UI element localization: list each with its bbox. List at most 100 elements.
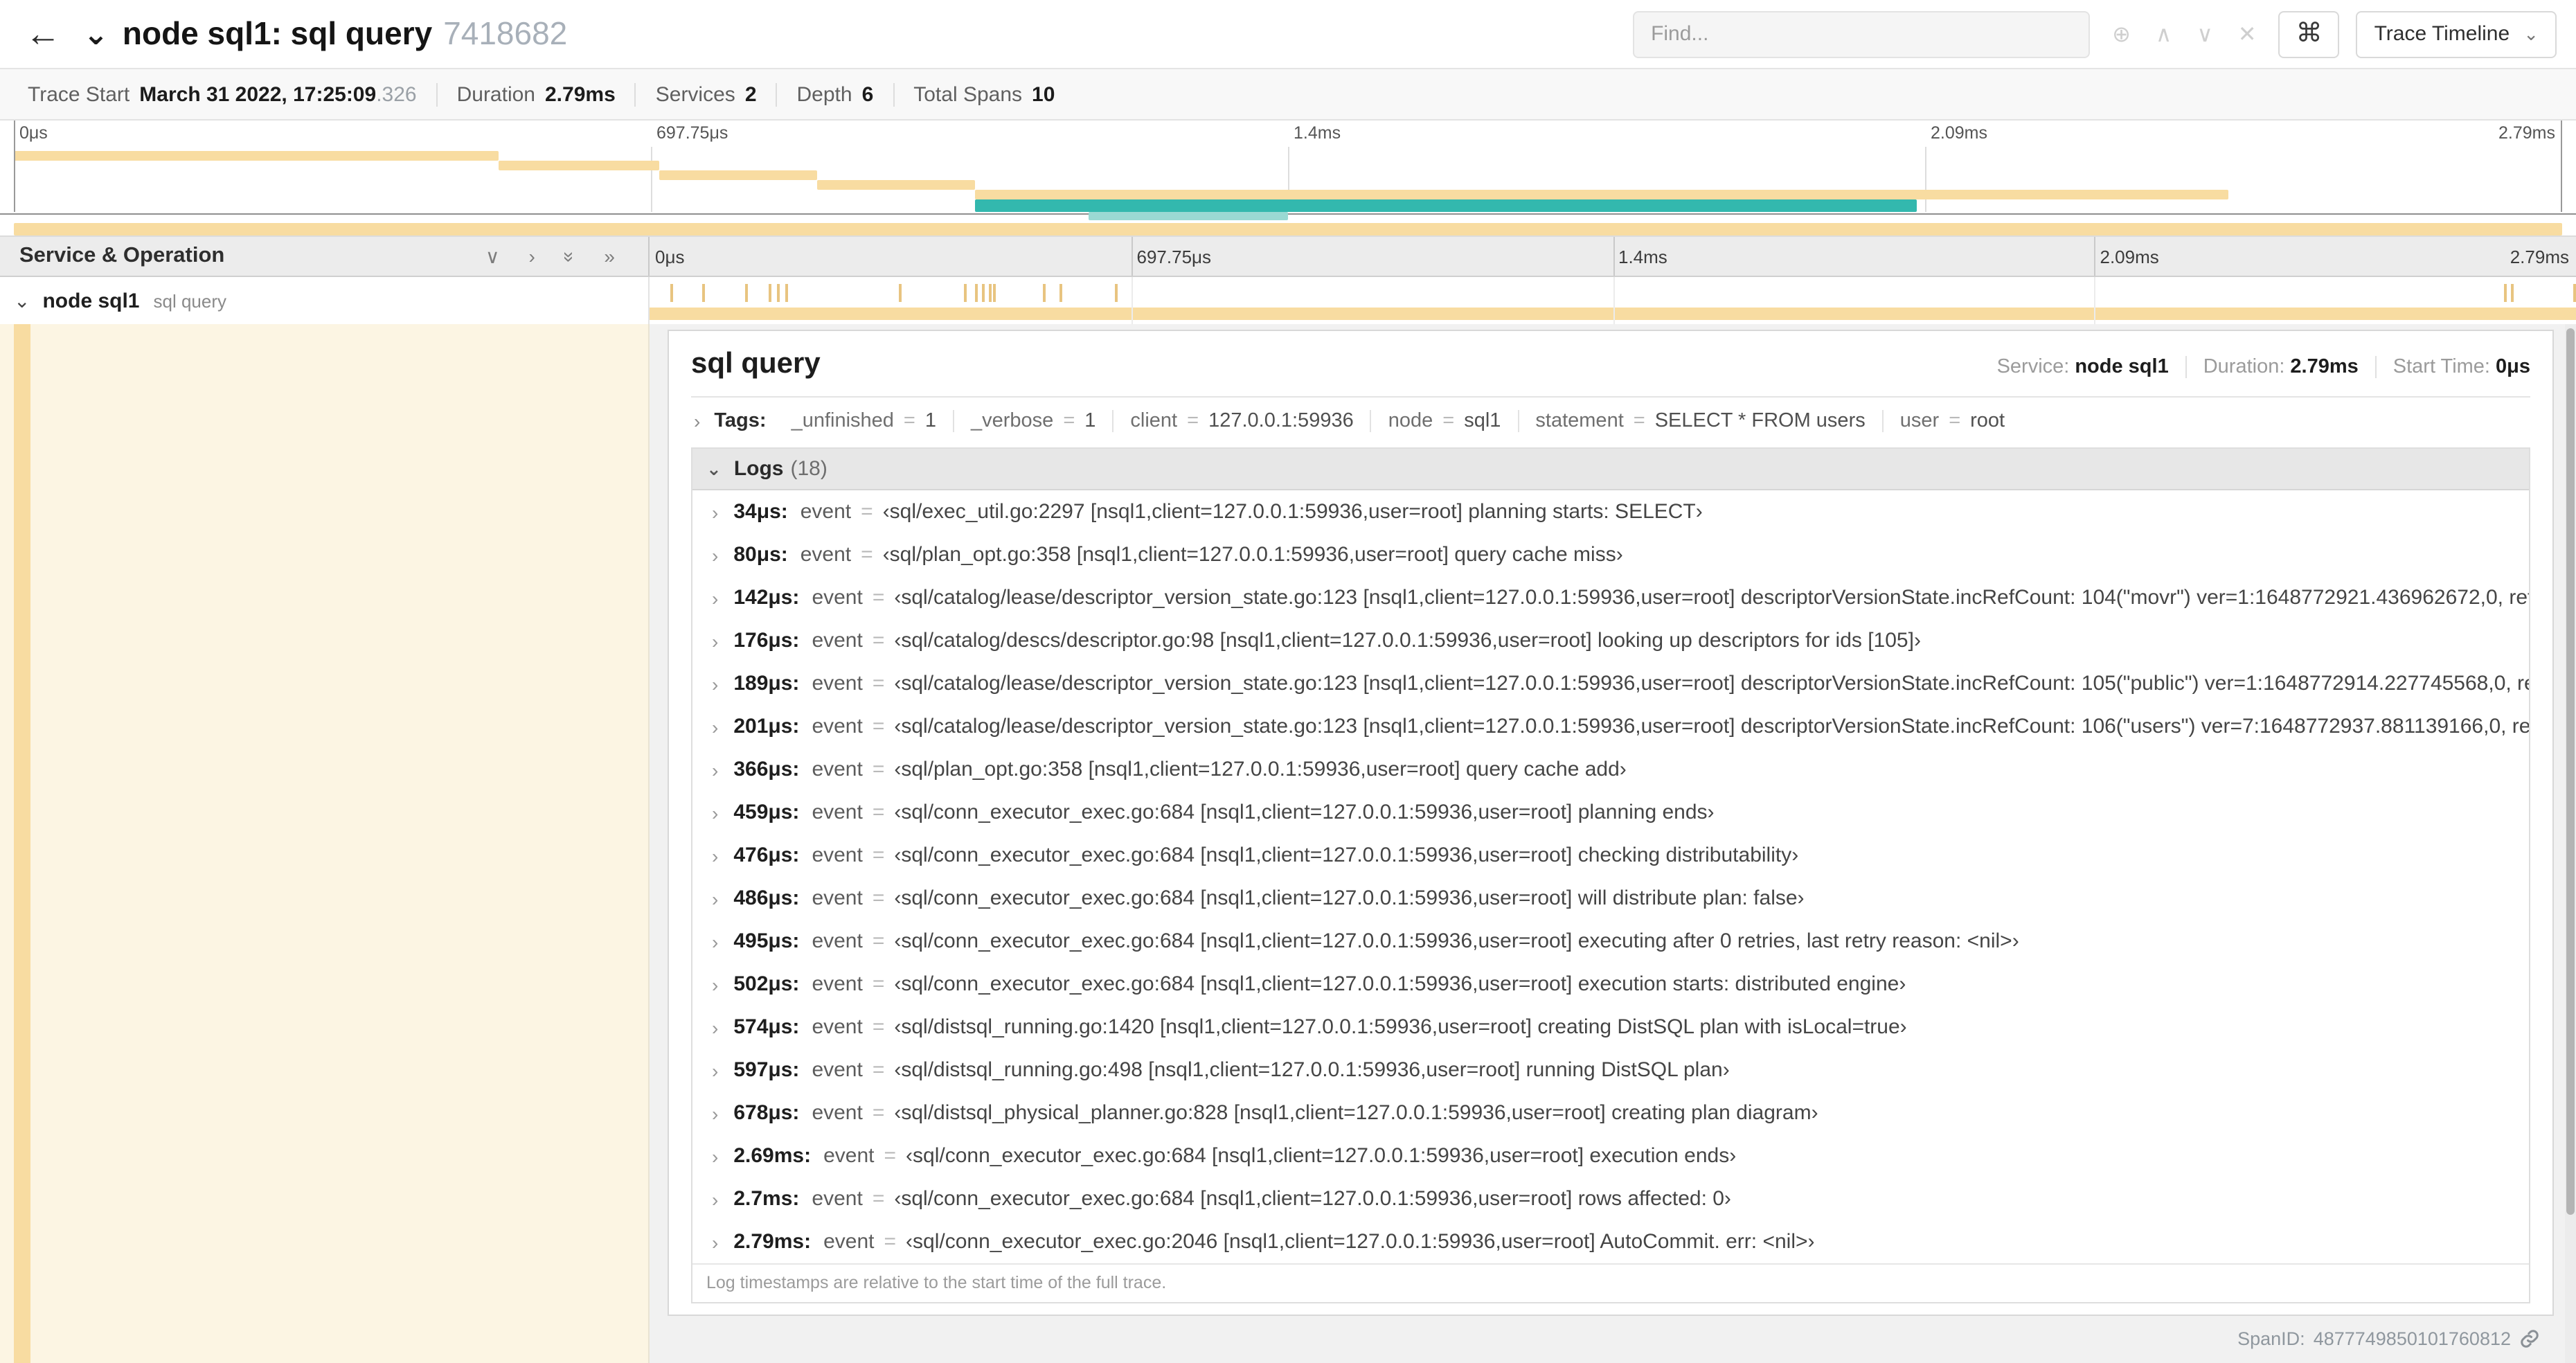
equals-sign: = xyxy=(872,1187,885,1211)
log-marker-tick[interactable] xyxy=(744,284,748,302)
log-field-name: event xyxy=(800,500,852,524)
equals-sign: = xyxy=(872,929,885,953)
duration-value: 2.79ms xyxy=(2290,356,2359,378)
collapse-one-icon[interactable]: ∨ xyxy=(485,244,500,268)
chevron-down-icon: ⌄ xyxy=(706,458,722,479)
log-row[interactable]: › 495μs: event = ‹sql/conn_executor_exec… xyxy=(692,920,2529,963)
log-row[interactable]: › 189μs: event = ‹sql/catalog/lease/desc… xyxy=(692,662,2529,705)
log-marker-tick[interactable] xyxy=(785,284,789,302)
log-field-value: ‹sql/distsql_physical_planner.go:828 [ns… xyxy=(894,1101,1818,1125)
log-row[interactable]: › 597μs: event = ‹sql/distsql_running.go… xyxy=(692,1049,2529,1092)
scrollbar-thumb[interactable] xyxy=(2566,328,2575,1215)
minimap-left-scrubber[interactable] xyxy=(14,121,15,212)
next-result-icon[interactable]: ∨ xyxy=(2197,20,2212,48)
back-button[interactable]: ← xyxy=(25,12,61,55)
summary-item: Duration 2.79ms xyxy=(436,82,635,106)
logs-header[interactable]: ⌄ Logs (18) xyxy=(692,449,2529,490)
log-timestamp: 502μs: xyxy=(733,972,800,996)
keyboard-shortcuts-button[interactable]: ⌘ xyxy=(2278,10,2340,57)
expand-all-icon[interactable]: » xyxy=(604,244,615,268)
log-row[interactable]: › 574μs: event = ‹sql/distsql_running.go… xyxy=(692,1006,2529,1049)
detail-scrollbar[interactable] xyxy=(2565,324,2576,1363)
log-row[interactable]: › 201μs: event = ‹sql/catalog/lease/desc… xyxy=(692,705,2529,748)
time-tick-label: 2.79ms xyxy=(2510,247,2569,267)
log-row[interactable]: › 80μs: event = ‹sql/plan_opt.go:358 [ns… xyxy=(692,533,2529,576)
log-field-name: event xyxy=(812,672,863,695)
log-row[interactable]: › 176μs: event = ‹sql/catalog/descs/desc… xyxy=(692,619,2529,662)
log-marker-tick[interactable] xyxy=(993,284,996,302)
log-marker-tick[interactable] xyxy=(975,284,978,302)
detail-start-time: Start Time: 0μs xyxy=(2374,356,2530,378)
equals-sign: = xyxy=(872,715,885,738)
log-marker-tick[interactable] xyxy=(768,284,771,302)
log-row[interactable]: › 502μs: event = ‹sql/conn_executor_exec… xyxy=(692,963,2529,1006)
summary-value: 10 xyxy=(1032,82,1055,106)
summary-item: Depth 6 xyxy=(776,82,893,106)
log-marker-tick[interactable] xyxy=(1115,284,1118,302)
tags-row[interactable]: › Tags: _unfinished = 1 _verbose = 1 cli… xyxy=(691,398,2530,445)
log-row[interactable]: › 476μs: event = ‹sql/conn_executor_exec… xyxy=(692,834,2529,877)
log-marker-tick[interactable] xyxy=(963,284,967,302)
chevron-right-icon[interactable]: › xyxy=(694,410,700,432)
summary-item: Trace Start March 31 2022, 17:25:09 .326 xyxy=(8,82,436,106)
summary-item: Services 2 xyxy=(634,82,776,106)
log-marker-tick[interactable] xyxy=(701,284,705,302)
log-marker-tick[interactable] xyxy=(2573,284,2576,302)
log-row[interactable]: › 459μs: event = ‹sql/conn_executor_exec… xyxy=(692,791,2529,834)
find-controls: ⊕ ∧ ∨ ✕ xyxy=(2112,20,2257,48)
log-field-value: ‹sql/distsql_running.go:498 [nsql1,clien… xyxy=(894,1058,1730,1082)
tag-value: 1 xyxy=(924,410,936,432)
prev-result-icon[interactable]: ∧ xyxy=(2156,20,2172,48)
collapse-all-icon[interactable]: » xyxy=(558,251,582,262)
page-title: node sql1: sql query 7418682 xyxy=(123,15,567,53)
start-time-label: Start Time: xyxy=(2392,356,2490,378)
log-marker-tick[interactable] xyxy=(988,284,992,302)
log-marker-tick[interactable] xyxy=(1043,284,1046,302)
log-row[interactable]: › 366μs: event = ‹sql/plan_opt.go:358 [n… xyxy=(692,748,2529,791)
expand-one-icon[interactable]: › xyxy=(528,244,535,268)
equals-sign: = xyxy=(872,629,885,652)
trace-minimap[interactable]: 0μs 697.75μs 1.4ms 2.09ms 2.79ms xyxy=(0,121,2576,235)
locate-icon[interactable]: ⊕ xyxy=(2112,20,2131,48)
log-timestamp: 80μs: xyxy=(733,543,788,567)
log-row[interactable]: › 486μs: event = ‹sql/conn_executor_exec… xyxy=(692,877,2529,920)
tag-value: root xyxy=(1970,410,2005,432)
log-marker-tick[interactable] xyxy=(982,284,985,302)
minimap-canvas[interactable] xyxy=(14,121,2562,235)
clear-search-icon[interactable]: ✕ xyxy=(2238,20,2257,48)
log-row[interactable]: › 34μs: event = ‹sql/exec_util.go:2297 [… xyxy=(692,490,2529,533)
log-marker-tick[interactable] xyxy=(1059,284,1062,302)
span-row[interactable]: ⌄ node sql1 sql query xyxy=(0,277,2576,324)
link-icon[interactable] xyxy=(2519,1328,2540,1349)
chevron-right-icon: › xyxy=(712,501,719,523)
span-name-cell[interactable]: ⌄ node sql1 sql query xyxy=(0,277,650,324)
minimap-right-scrubber[interactable] xyxy=(2561,121,2562,212)
span-track[interactable] xyxy=(650,277,2576,324)
trace-collapse-icon[interactable]: ⌄ xyxy=(83,16,109,52)
timeline-ruler: 0μs 697.75μs 1.4ms 2.09ms 2.79ms xyxy=(650,237,2576,276)
log-timestamp: 459μs: xyxy=(733,801,800,824)
log-marker-tick[interactable] xyxy=(2504,284,2507,302)
log-timestamp: 476μs: xyxy=(733,844,800,867)
chevron-right-icon: › xyxy=(712,1102,719,1124)
log-timestamp: 142μs: xyxy=(733,586,800,609)
log-field-value: ‹sql/conn_executor_exec.go:684 [nsql1,cl… xyxy=(906,1144,1737,1168)
span-collapse-icon[interactable]: ⌄ xyxy=(14,289,30,312)
log-row[interactable]: › 2.7ms: event = ‹sql/conn_executor_exec… xyxy=(692,1177,2529,1220)
log-marker-tick[interactable] xyxy=(899,284,902,302)
log-marker-tick[interactable] xyxy=(670,284,673,302)
find-input[interactable] xyxy=(1633,10,2091,57)
log-row[interactable]: › 2.69ms: event = ‹sql/conn_executor_exe… xyxy=(692,1134,2529,1177)
log-row[interactable]: › 678μs: event = ‹sql/distsql_physical_p… xyxy=(692,1092,2529,1134)
log-field-value: ‹sql/catalog/lease/descriptor_version_st… xyxy=(894,586,2529,609)
log-row[interactable]: › 2.79ms: event = ‹sql/conn_executor_exe… xyxy=(692,1220,2529,1263)
log-marker-tick[interactable] xyxy=(2511,284,2514,302)
detail-operation-title: sql query xyxy=(691,348,821,380)
logs-count: (18) xyxy=(790,457,828,481)
view-options-button[interactable]: Trace Timeline ⌄ xyxy=(2356,10,2557,57)
chevron-right-icon: › xyxy=(712,672,719,695)
equals-sign: = xyxy=(872,586,885,609)
log-row[interactable]: › 142μs: event = ‹sql/catalog/lease/desc… xyxy=(692,576,2529,619)
log-marker-tick[interactable] xyxy=(777,284,780,302)
log-field-name: event xyxy=(812,844,863,867)
